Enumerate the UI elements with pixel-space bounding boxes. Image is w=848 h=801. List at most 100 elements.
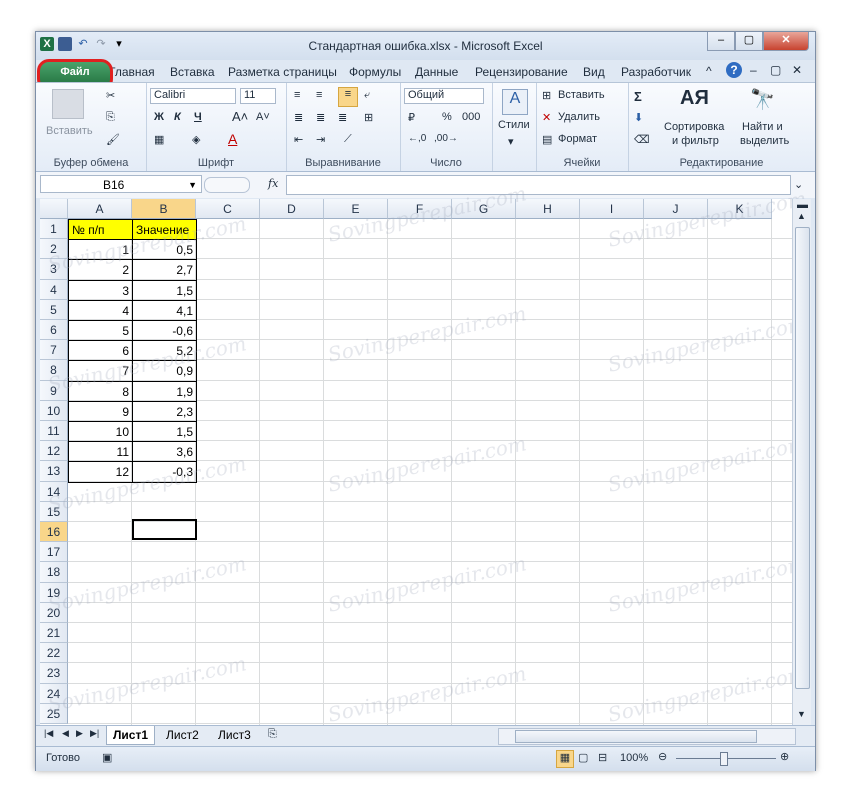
row-header-10[interactable]: 10: [40, 400, 68, 421]
table-cell-b[interactable]: 2,3: [132, 400, 197, 422]
tab-data[interactable]: Данные: [415, 65, 458, 79]
paste-icon[interactable]: [52, 89, 84, 119]
row-header-12[interactable]: 12: [40, 441, 68, 462]
currency-icon[interactable]: ₽: [408, 111, 415, 124]
row-header-23[interactable]: 23: [40, 663, 68, 684]
macro-record-icon[interactable]: ▣: [102, 751, 112, 764]
tab-home[interactable]: Главная: [109, 65, 155, 79]
close-button[interactable]: ✕: [763, 32, 809, 51]
row-header-16[interactable]: 16: [40, 522, 68, 543]
minimize-button[interactable]: –: [707, 32, 735, 51]
delete-cells-button[interactable]: Удалить: [558, 111, 600, 123]
scroll-down-icon[interactable]: ▼: [797, 709, 806, 719]
align-right-icon[interactable]: ≣: [338, 111, 347, 124]
table-cell-b[interactable]: 1,9: [132, 380, 197, 402]
table-cell-a[interactable]: 1: [68, 239, 133, 261]
name-box-dropdown-icon[interactable]: ▼: [188, 176, 197, 194]
row-header-9[interactable]: 9: [40, 380, 68, 401]
grow-font-icon[interactable]: A˄: [232, 109, 248, 124]
table-cell-a[interactable]: 3: [68, 279, 133, 301]
row-header-1[interactable]: 1: [40, 219, 68, 240]
row-header-22[interactable]: 22: [40, 643, 68, 664]
merge-center-icon[interactable]: ⊞: [364, 111, 373, 124]
row-header-4[interactable]: 4: [40, 279, 68, 300]
row-header-14[interactable]: 14: [40, 481, 68, 502]
column-header-e[interactable]: E: [324, 199, 388, 219]
scroll-up-icon[interactable]: ▲: [797, 211, 806, 221]
clear-icon[interactable]: ⌫: [634, 133, 650, 146]
tab-view[interactable]: Вид: [583, 65, 605, 79]
row-header-25[interactable]: 25: [40, 703, 68, 724]
styles-icon[interactable]: A: [502, 89, 528, 115]
worksheet-grid[interactable]: ABCDEFGHIJK 1 2 3 4 5 6 7 8 9 10 11 12 13 14 15 16 17 18 1…: [40, 199, 792, 725]
formula-expand-icon[interactable]: ⌄: [794, 178, 803, 191]
insert-cells-button[interactable]: Вставить: [558, 89, 605, 101]
table-cell-a[interactable]: 10: [68, 421, 133, 443]
table-cell-a[interactable]: 11: [68, 441, 133, 463]
tab-page-layout[interactable]: Разметка страницы: [228, 65, 337, 79]
thousands-button[interactable]: 000: [462, 111, 480, 123]
increase-decimal-icon[interactable]: ←,0: [408, 133, 426, 144]
find-select-icon[interactable]: 🔭: [750, 87, 775, 112]
row-header-21[interactable]: 21: [40, 623, 68, 644]
paste-button[interactable]: Вставить: [46, 125, 93, 137]
doc-close-icon[interactable]: ✕: [792, 63, 802, 77]
row-header-20[interactable]: 20: [40, 602, 68, 623]
table-cell-b[interactable]: 1,5: [132, 279, 197, 301]
table-cell-b[interactable]: 2,7: [132, 259, 197, 281]
table-cell-a[interactable]: 9: [68, 400, 133, 422]
font-color-icon[interactable]: A: [228, 131, 237, 147]
table-header-value[interactable]: Значение: [132, 219, 197, 241]
table-cell-b[interactable]: -0,6: [132, 320, 197, 342]
first-sheet-icon[interactable]: |◀: [44, 728, 53, 739]
number-format-select[interactable]: Общий: [404, 88, 484, 104]
table-header-number[interactable]: № п/п: [68, 219, 133, 241]
decrease-decimal-icon[interactable]: ,00→: [434, 133, 458, 144]
cut-icon[interactable]: ✂: [106, 89, 115, 102]
align-middle-icon[interactable]: ≡: [316, 89, 322, 101]
column-header-h[interactable]: H: [516, 199, 580, 219]
row-header-5[interactable]: 5: [40, 299, 68, 320]
horizontal-scroll-thumb[interactable]: [515, 730, 757, 743]
table-cell-a[interactable]: 5: [68, 320, 133, 342]
delete-cells-icon[interactable]: ✕: [542, 111, 551, 124]
table-cell-b[interactable]: 1,5: [132, 421, 197, 443]
fill-color-icon[interactable]: ◈: [192, 133, 200, 146]
underline-button[interactable]: Ч: [194, 111, 202, 123]
italic-button[interactable]: К: [174, 111, 181, 123]
vertical-scroll-thumb[interactable]: [795, 227, 810, 689]
align-left-icon[interactable]: ≣: [294, 111, 303, 124]
prev-sheet-icon[interactable]: ◀: [62, 728, 69, 739]
shrink-font-icon[interactable]: A˅: [256, 111, 270, 123]
percent-button[interactable]: %: [442, 111, 452, 123]
name-box[interactable]: B16 ▼: [40, 175, 202, 193]
row-header-6[interactable]: 6: [40, 320, 68, 341]
insert-function-button[interactable]: fx: [268, 177, 278, 190]
table-cell-a[interactable]: 2: [68, 259, 133, 281]
row-header-11[interactable]: 11: [40, 421, 68, 442]
row-header-2[interactable]: 2: [40, 239, 68, 260]
wrap-text-icon[interactable]: ⤶: [364, 89, 370, 102]
format-cells-icon[interactable]: ▤: [542, 133, 552, 146]
doc-restore-icon[interactable]: ▢: [770, 63, 781, 77]
maximize-button[interactable]: ▢: [735, 32, 763, 51]
column-header-i[interactable]: I: [580, 199, 644, 219]
sort-filter-label-2[interactable]: и фильтр: [672, 135, 719, 147]
row-header-15[interactable]: 15: [40, 501, 68, 522]
table-cell-a[interactable]: 7: [68, 360, 133, 382]
zoom-level[interactable]: 100%: [620, 752, 648, 764]
styles-dropdown-icon[interactable]: ▾: [508, 135, 514, 148]
find-select-label-1[interactable]: Найти и: [742, 121, 783, 133]
sort-filter-icon[interactable]: AЯ: [680, 87, 709, 110]
zoom-in-icon[interactable]: ⊕: [780, 750, 789, 763]
zoom-slider-thumb[interactable]: [720, 752, 728, 766]
row-header-24[interactable]: 24: [40, 683, 68, 704]
orientation-icon[interactable]: ⟋: [344, 133, 352, 146]
column-header-k[interactable]: K: [708, 199, 772, 219]
find-select-label-2[interactable]: выделить: [740, 135, 789, 147]
column-header-d[interactable]: D: [260, 199, 324, 219]
row-header-13[interactable]: 13: [40, 461, 68, 482]
split-box-icon[interactable]: ▬: [797, 199, 808, 211]
styles-button[interactable]: Стили: [498, 119, 530, 131]
decrease-indent-icon[interactable]: ⇤: [294, 133, 303, 146]
